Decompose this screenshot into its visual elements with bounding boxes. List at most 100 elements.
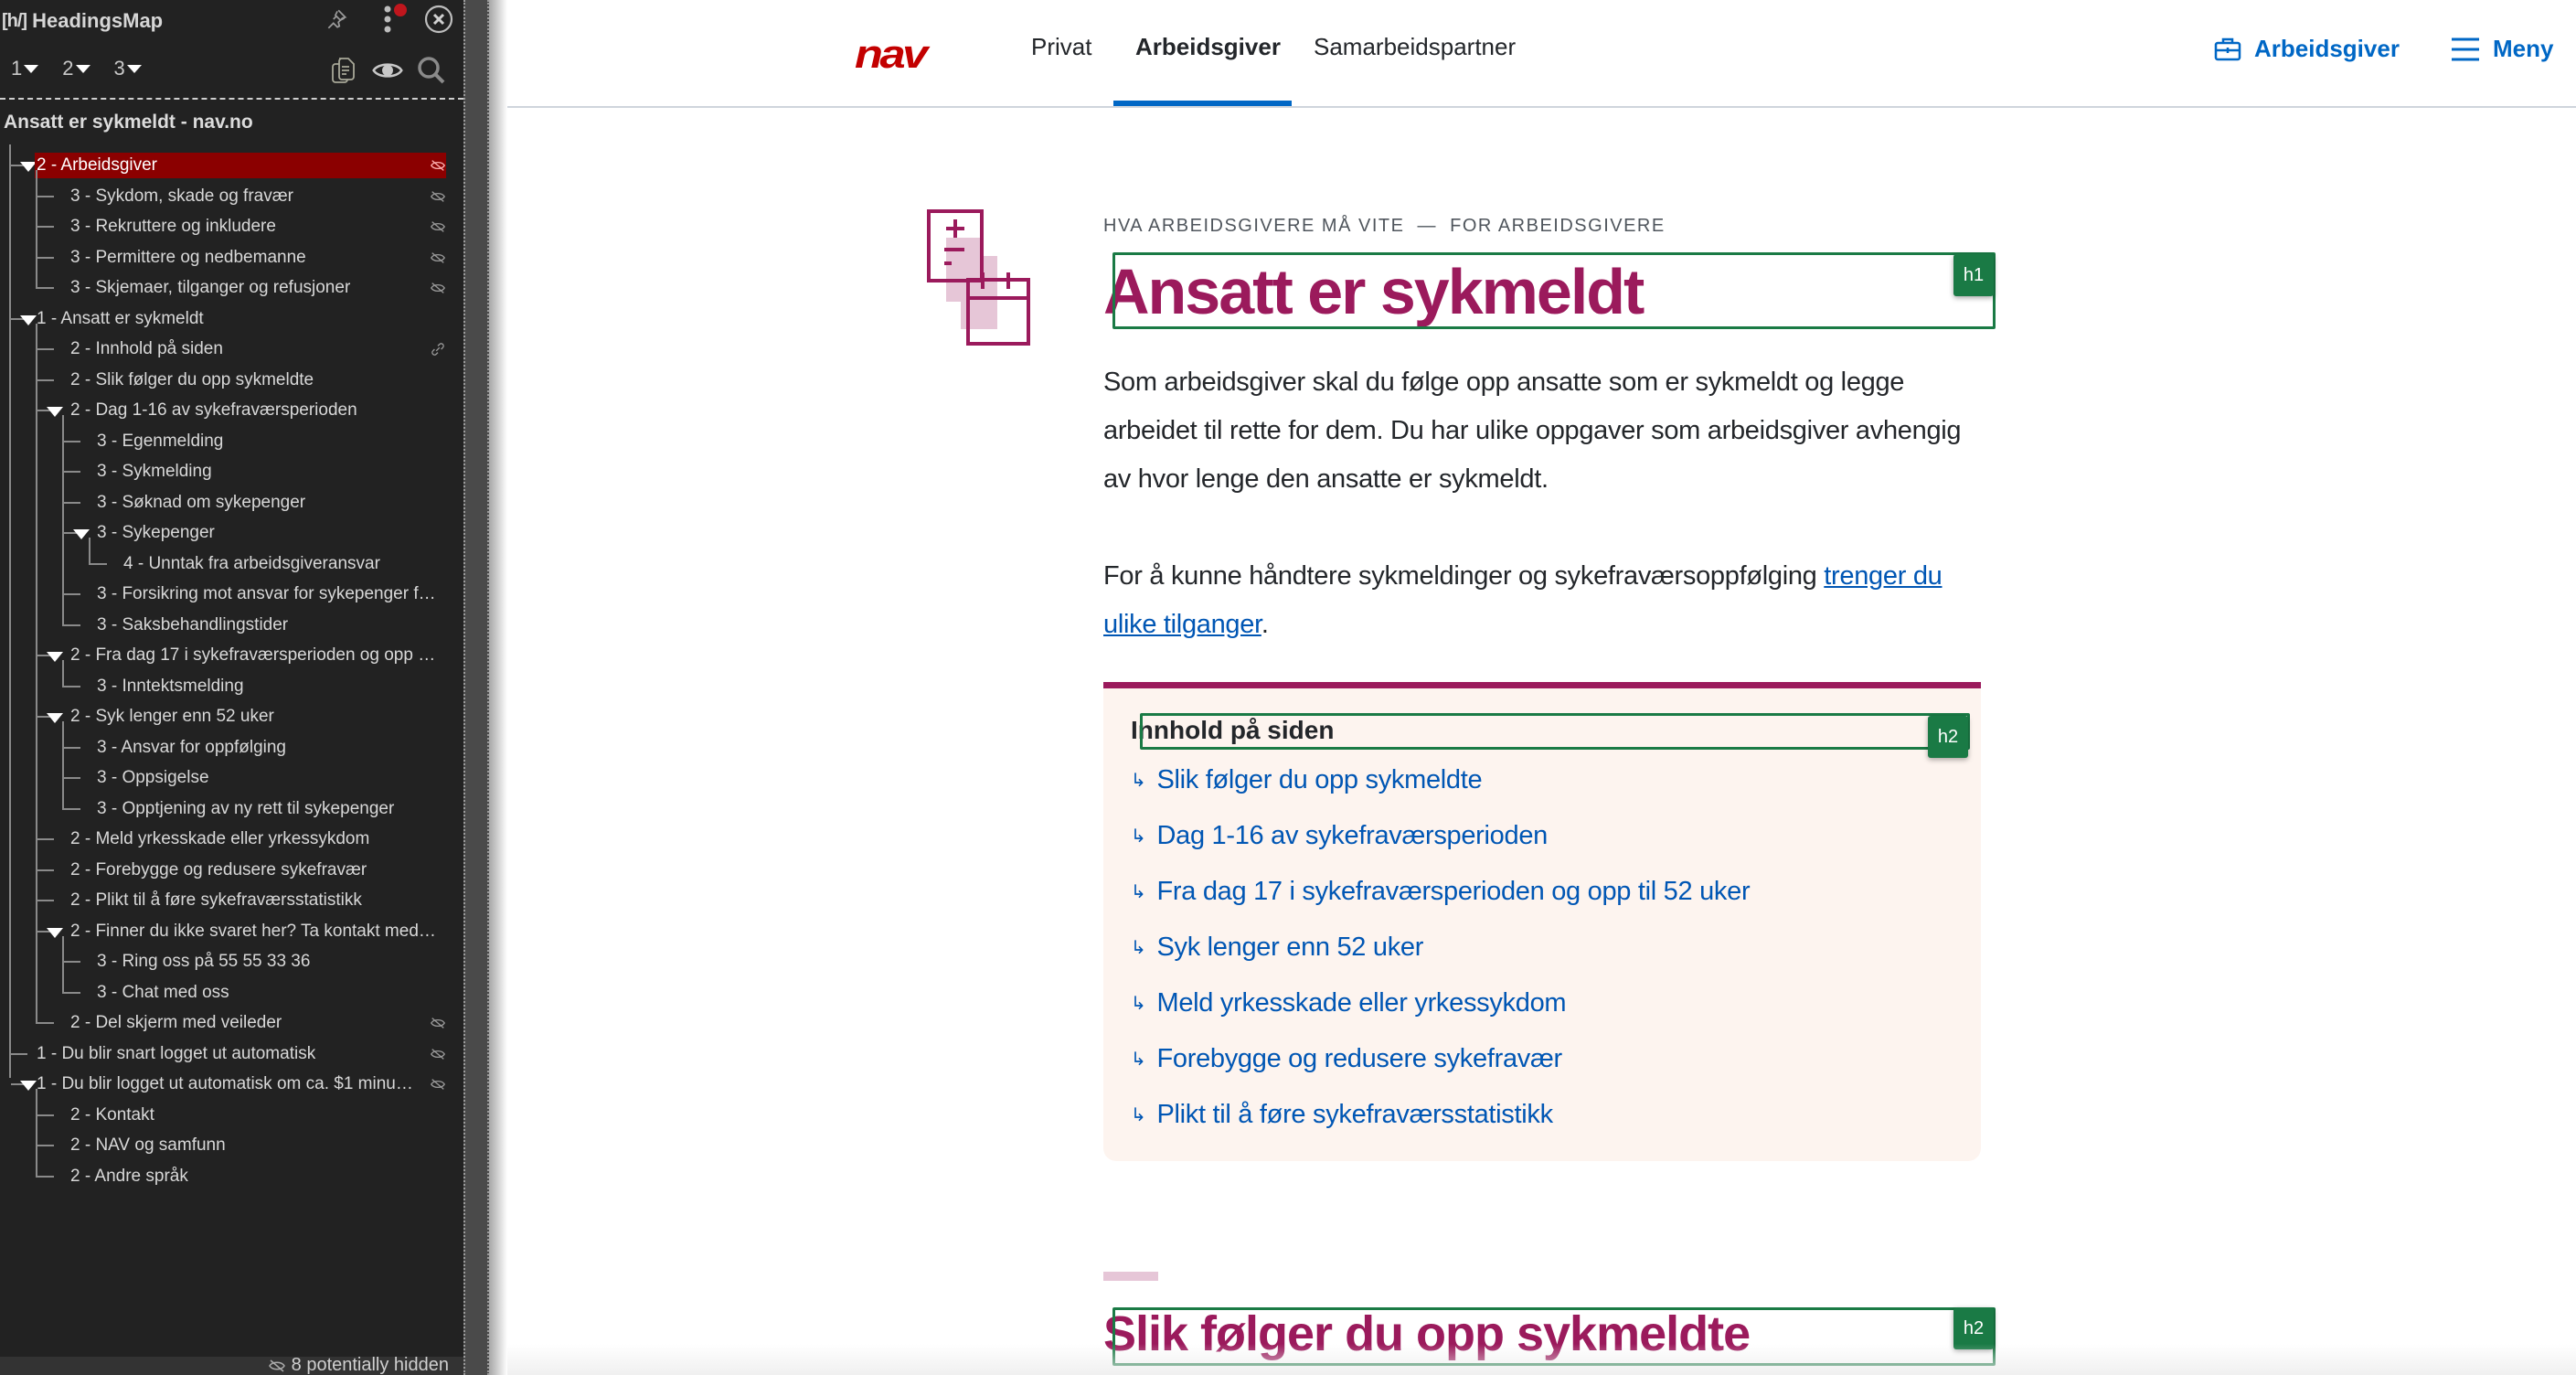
heading-label[interactable]: 3 - Søknad om sykepenger: [95, 490, 439, 516]
toc-link[interactable]: ↳ Syk lenger enn 52 uker: [1131, 933, 1423, 963]
heading-label[interactable]: 4 - Unntak fra arbeidsgiveransvar: [122, 551, 439, 577]
toc-link[interactable]: ↳ Meld yrkesskade eller yrkessykdom: [1131, 988, 1567, 1018]
heading-tree-item[interactable]: 3 - Skjemaer, tilganger og refusjoner: [0, 272, 457, 303]
heading-label[interactable]: 3 - Oppsigelse: [95, 765, 439, 791]
toc-link[interactable]: ↳ Fra dag 17 i sykefraværsperioden og opp…: [1131, 877, 1751, 907]
heading-label[interactable]: 2 - Syk lenger enn 52 uker: [69, 704, 439, 730]
heading-tree-item[interactable]: 2 - Andre språk: [0, 1161, 457, 1191]
heading-tree-item[interactable]: 3 - Saksbehandlingstider: [0, 610, 457, 640]
heading-label[interactable]: 3 - Forsikring mot ansvar for sykepenger…: [95, 581, 439, 607]
heading-label[interactable]: 3 - Permittere og nedbemanne: [69, 245, 439, 271]
heading-label[interactable]: 2 - Plikt til å føre sykefraværsstatisti…: [69, 888, 439, 913]
heading-tree-item[interactable]: 2 - Innhold på siden: [0, 334, 457, 364]
heading-tree-item[interactable]: 3 - Egenmelding: [0, 426, 457, 456]
tree-connector: [64, 685, 80, 688]
heading-tree-item[interactable]: 2 - Meld yrkesskade eller yrkessykdom: [0, 824, 457, 854]
heading-label[interactable]: 2 - Dag 1-16 av sykefraværsperioden: [69, 398, 439, 423]
heading-tree-item[interactable]: 2 - Syk lenger enn 52 uker: [0, 701, 457, 731]
heading-label[interactable]: 2 - Fra dag 17 i sykefraværsperioden og …: [69, 643, 439, 668]
heading-tree-item[interactable]: 2 - Del skjerm med veileder: [0, 1007, 457, 1038]
heading-tree-item[interactable]: 2 - Fra dag 17 i sykefraværsperioden og …: [0, 640, 457, 670]
heading-tree-item[interactable]: 3 - Rekruttere og inkludere: [0, 211, 457, 241]
toc-link[interactable]: ↳ Dag 1-16 av sykefraværsperioden: [1131, 821, 1548, 851]
heading-tree-item[interactable]: 3 - Inntektsmelding: [0, 671, 457, 701]
heading-tree-item[interactable]: 1 - Du blir snart logget ut automatisk: [0, 1039, 457, 1069]
heading-label[interactable]: 2 - Meld yrkesskade eller yrkessykdom: [69, 826, 439, 852]
heading-label[interactable]: 1 - Du blir snart logget ut automatisk: [35, 1041, 439, 1067]
heading-label[interactable]: 2 - Arbeidsgiver: [35, 153, 446, 178]
heading-label[interactable]: 3 - Rekruttere og inkludere: [69, 214, 439, 240]
heading-tree-item[interactable]: 1 - Ansatt er sykmeldt: [0, 304, 457, 334]
heading-tree-item[interactable]: 2 - Plikt til å føre sykefraværsstatisti…: [0, 885, 457, 915]
nav-privat[interactable]: Privat: [1031, 33, 1091, 61]
copy-icon[interactable]: [328, 55, 359, 86]
heading-label[interactable]: 2 - Kontakt: [69, 1103, 439, 1128]
tree-guide-line: [62, 415, 64, 626]
heading-tree-item[interactable]: 3 - Permittere og nedbemanne: [0, 242, 457, 272]
heading-tree-item[interactable]: 1 - Du blir logget ut automatisk om ca. …: [0, 1069, 457, 1099]
heading-tree-item[interactable]: 4 - Unntak fra arbeidsgiveransvar: [0, 549, 457, 579]
more-vertical-icon[interactable]: [372, 4, 407, 35]
sidebar-resize-handle[interactable]: [463, 0, 489, 1375]
nav-arbeidsgiver[interactable]: Arbeidsgiver: [1135, 33, 1281, 61]
heading-label[interactable]: 2 - Del skjerm med veileder: [69, 1010, 439, 1036]
toc-link[interactable]: ↳ Forebygge og redusere sykefravær: [1131, 1044, 1562, 1074]
nav-logo[interactable]: nav: [855, 35, 928, 75]
heading-label[interactable]: 2 - NAV og samfunn: [69, 1133, 439, 1158]
heading-tree-item[interactable]: 2 - Forebygge og redusere sykefravær: [0, 855, 457, 885]
pin-icon[interactable]: [321, 4, 352, 35]
heading-tree-item[interactable]: 3 - Søknad om sykepenger: [0, 487, 457, 517]
tree-guide-line: [62, 660, 64, 688]
heading-tree-item[interactable]: 2 - Dag 1-16 av sykefraværsperioden: [0, 395, 457, 425]
heading-tree-item[interactable]: 2 - Finner du ikke svaret her? Ta kontak…: [0, 916, 457, 946]
heading-label[interactable]: 3 - Ring oss på 55 55 33 36: [95, 949, 439, 975]
heading-tree-item[interactable]: 3 - Opptjening av ny rett til sykepenger: [0, 794, 457, 824]
heading-tree-item[interactable]: 2 - NAV og samfunn: [0, 1130, 457, 1160]
heading-label[interactable]: 3 - Opptjening av ny rett til sykepenger: [95, 796, 439, 822]
heading-tree-item[interactable]: 3 - Sykmelding: [0, 456, 457, 486]
eye-icon[interactable]: [372, 55, 403, 86]
nav-samarbeidspartner[interactable]: Samarbeidspartner: [1314, 33, 1516, 61]
menu-button[interactable]: Meny: [2451, 35, 2553, 63]
heading-label[interactable]: 3 - Skjemaer, tilganger og refusjoner: [69, 275, 439, 301]
heading-tree-item[interactable]: 3 - Chat med oss: [0, 977, 457, 1007]
heading-label[interactable]: 3 - Sykdom, skade og fravær: [69, 184, 439, 209]
level-3-dropdown[interactable]: 3: [114, 57, 142, 80]
collapse-toggle-icon[interactable]: [73, 529, 90, 539]
close-circle-icon[interactable]: [423, 4, 454, 35]
search-icon[interactable]: [416, 55, 447, 86]
heading-tree-item[interactable]: 2 - Slik følger du opp sykmeldte: [0, 365, 457, 395]
context-arbeidsgiver-button[interactable]: Arbeidsgiver: [2214, 35, 2400, 63]
heading-tree-item[interactable]: 3 - Sykdom, skade og fravær: [0, 181, 457, 211]
collapse-toggle-icon[interactable]: [47, 713, 63, 723]
heading-label[interactable]: 3 - Sykepenger: [95, 520, 439, 546]
heading-tree-item[interactable]: 3 - Oppsigelse: [0, 762, 457, 793]
heading-label[interactable]: 2 - Andre språk: [69, 1164, 439, 1189]
collapse-toggle-icon[interactable]: [47, 927, 63, 938]
heading-label[interactable]: 3 - Saksbehandlingstider: [95, 613, 439, 638]
level-1-dropdown[interactable]: 1: [11, 57, 39, 80]
heading-label[interactable]: 3 - Sykmelding: [95, 459, 439, 485]
heading-label[interactable]: 2 - Finner du ikke svaret her? Ta kontak…: [69, 919, 439, 944]
heading-tree-item[interactable]: 3 - Forsikring mot ansvar for sykepenger…: [0, 579, 457, 609]
toc-link[interactable]: ↳ Slik følger du opp sykmeldte: [1131, 765, 1483, 795]
collapse-toggle-icon[interactable]: [47, 652, 63, 662]
heading-label[interactable]: 2 - Forebygge og redusere sykefravær: [69, 858, 439, 883]
heading-label[interactable]: 2 - Slik følger du opp sykmeldte: [69, 368, 439, 393]
heading-tree-item[interactable]: 3 - Sykepenger: [0, 517, 457, 548]
toc-link[interactable]: ↳ Plikt til å føre sykefraværsstatistikk: [1131, 1100, 1553, 1130]
heading-tree-item[interactable]: 2 - Arbeidsgiver: [0, 150, 457, 180]
heading-tree-item[interactable]: 3 - Ansvar for oppfølging: [0, 732, 457, 762]
heading-label[interactable]: 3 - Ansvar for oppfølging: [95, 735, 439, 761]
heading-label[interactable]: 2 - Innhold på siden: [69, 336, 439, 362]
heading-label[interactable]: 3 - Inntektsmelding: [95, 674, 439, 699]
collapse-toggle-icon[interactable]: [47, 407, 63, 417]
heading-tree-item[interactable]: 3 - Ring oss på 55 55 33 36: [0, 946, 457, 976]
heading-label[interactable]: 1 - Du blir logget ut automatisk om ca. …: [35, 1071, 439, 1097]
toc-link-label: Forebygge og redusere sykefravær: [1156, 1044, 1562, 1073]
heading-label[interactable]: 3 - Egenmelding: [95, 429, 439, 454]
heading-label[interactable]: 3 - Chat med oss: [95, 980, 439, 1006]
level-2-dropdown[interactable]: 2: [62, 57, 90, 80]
heading-tree-item[interactable]: 2 - Kontakt: [0, 1100, 457, 1130]
heading-label[interactable]: 1 - Ansatt er sykmeldt: [35, 306, 439, 332]
